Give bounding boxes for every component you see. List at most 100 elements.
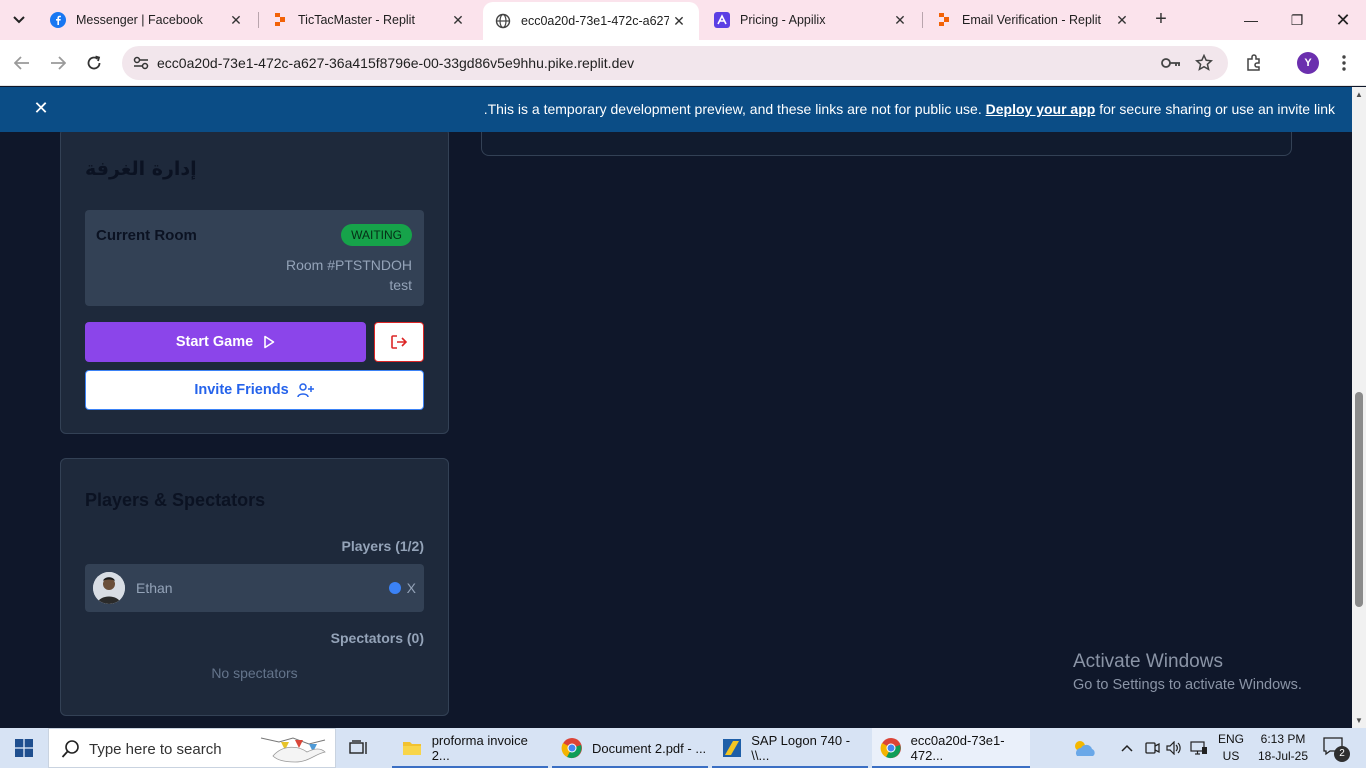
folder-icon (400, 736, 424, 760)
activate-windows-watermark: Activate Windows Go to Settings to activ… (1073, 651, 1302, 693)
new-tab-button[interactable]: + (1150, 9, 1172, 31)
close-icon[interactable]: ✕ (226, 10, 246, 30)
scrollbar-thumb[interactable] (1355, 392, 1363, 607)
notification-count-badge: 2 (1334, 746, 1350, 762)
tab-current-preview[interactable]: ecc0a20d-73e1-472c-a627-3 ✕ (483, 2, 699, 40)
reload-button[interactable] (79, 48, 109, 78)
tab-search-button[interactable] (5, 6, 33, 34)
tab-email-verification[interactable]: Email Verification - Replit ✕ (924, 0, 1142, 40)
banner-text-before: .This is a temporary development preview… (483, 101, 982, 117)
status-badge: WAITING (341, 224, 412, 246)
tab-title: ecc0a20d-73e1-472c-a627-3 (521, 14, 669, 28)
taskbar-app-explorer[interactable]: proforma invoice 2... (392, 728, 548, 768)
close-icon[interactable]: ✕ (1112, 10, 1132, 30)
network-icon[interactable] (1188, 728, 1210, 768)
minimize-button[interactable]: — (1228, 0, 1274, 40)
user-plus-icon (296, 383, 314, 398)
deploy-app-link[interactable]: Deploy your app (986, 101, 1096, 117)
windows-logo-icon (15, 739, 33, 757)
notification-center-button[interactable]: 2 (1322, 736, 1350, 762)
clock-date: 18-Jul-25 (1257, 749, 1309, 763)
tab-messenger[interactable]: Messenger | Facebook ✕ (38, 0, 256, 40)
arrow-right-icon (51, 56, 66, 70)
room-management-card: إدارة الغرفة Current Room WAITING Room #… (60, 132, 449, 434)
address-bar[interactable]: ecc0a20d-73e1-472c-a627-36a415f8796e-00-… (122, 46, 1228, 80)
invite-friends-button[interactable]: Invite Friends (85, 370, 424, 410)
banner-close-icon[interactable]: ✕ (30, 98, 52, 120)
forward-button[interactable] (43, 48, 73, 78)
chevron-down-icon (13, 16, 25, 24)
window-close-button[interactable]: ✕ (1320, 0, 1366, 40)
current-room-label: Current Room (96, 227, 197, 244)
scroll-down-icon[interactable]: ▼ (1355, 716, 1363, 725)
online-status-dot (389, 582, 401, 594)
watermark-subtitle: Go to Settings to activate Windows. (1073, 677, 1302, 693)
keyboard-region: US (1222, 749, 1240, 763)
spectators-header: Spectators (0) (330, 630, 424, 646)
chrome-icon (560, 736, 584, 760)
extensions-icon[interactable] (1243, 52, 1265, 74)
profile-avatar[interactable]: Y (1297, 52, 1319, 74)
arrow-left-icon (14, 56, 29, 70)
meet-now-icon[interactable] (1142, 728, 1162, 768)
play-icon (264, 335, 275, 349)
leave-room-button[interactable] (374, 322, 424, 362)
restore-button[interactable]: ❐ (1274, 0, 1320, 40)
more-menu-icon[interactable] (1333, 52, 1355, 74)
site-settings-icon[interactable] (132, 54, 150, 72)
task-view-button[interactable] (344, 736, 374, 760)
room-card-title: إدارة الغرفة (85, 158, 197, 180)
taskbar-app-sap[interactable]: SAP Logon 740 - \\... (712, 728, 868, 768)
tab-appilix[interactable]: Pricing - Appilix ✕ (702, 0, 920, 40)
logout-icon (391, 335, 408, 349)
weather-icon[interactable] (1068, 728, 1102, 768)
browser-toolbar: ecc0a20d-73e1-472c-a627-36a415f8796e-00-… (0, 40, 1366, 86)
banner-text-after: for secure sharing or use an invite link (1099, 101, 1335, 117)
chrome-icon (880, 736, 903, 760)
players-card-title: Players & Spectators (85, 490, 266, 510)
taskbar-app-chrome-document[interactable]: Document 2.pdf - ... (552, 728, 708, 768)
show-hidden-icons-icon[interactable] (1118, 728, 1136, 768)
players-header: Players (1/2) (341, 538, 425, 554)
taskbar-app-label: proforma invoice 2... (431, 733, 528, 763)
dev-preview-banner: ✕ .This is a temporary development previ… (0, 87, 1352, 132)
page-content: إدارة الغرفة Current Room WAITING Room #… (0, 132, 1352, 728)
clock-time: 6:13 PM (1260, 732, 1306, 746)
tab-title: Pricing - Appilix (740, 13, 826, 27)
start-game-label: Start Game (175, 334, 254, 350)
start-game-button[interactable]: Start Game (85, 322, 366, 362)
language-indicator[interactable]: ENG US (1216, 731, 1246, 765)
back-button[interactable] (7, 48, 37, 78)
tab-separator (922, 12, 923, 28)
taskbar-app-label: SAP Logon 740 - \\... (751, 733, 851, 763)
replit-icon (272, 12, 288, 28)
globe-icon (495, 13, 511, 29)
invite-friends-label: Invite Friends (194, 382, 289, 398)
bookmark-star-icon[interactable] (1194, 53, 1214, 73)
taskbar-app-label: ecc0a20d-73e1-472... (910, 733, 1005, 763)
password-key-icon[interactable] (1161, 53, 1181, 73)
no-spectators-text: No spectators (211, 665, 298, 681)
windows-taskbar: Type here to search proforma invoice 2..… (0, 728, 1366, 768)
facebook-icon (50, 12, 66, 28)
taskbar-app-chrome-active[interactable]: ecc0a20d-73e1-472... (872, 728, 1030, 768)
tab-tictacmaster[interactable]: TicTacMaster - Replit ✕ (260, 0, 478, 40)
system-clock[interactable]: 6:13 PM 18-Jul-25 (1253, 731, 1313, 765)
replit-icon (936, 12, 952, 28)
close-icon[interactable]: ✕ (890, 10, 910, 30)
close-icon[interactable]: ✕ (669, 11, 689, 31)
start-button[interactable] (0, 728, 48, 768)
page-scrollbar[interactable]: ▲ ▼ (1352, 87, 1366, 728)
tab-separator (258, 12, 259, 28)
taskbar-search[interactable]: Type here to search (48, 728, 336, 768)
volume-icon[interactable] (1164, 728, 1184, 768)
close-icon[interactable]: ✕ (448, 10, 468, 30)
scroll-up-icon[interactable]: ▲ (1355, 90, 1363, 99)
browser-tab-strip: Messenger | Facebook ✕ TicTacMaster - Re… (0, 0, 1366, 40)
current-room-panel: Current Room WAITING Room #PTSTNDOH test (85, 210, 424, 306)
tab-title: Email Verification - Replit (962, 13, 1101, 27)
search-icon (61, 739, 81, 764)
dove-decoration-icon (259, 732, 335, 768)
task-view-icon (349, 740, 367, 754)
url-text: ecc0a20d-73e1-472c-a627-36a415f8796e-00-… (157, 55, 635, 71)
